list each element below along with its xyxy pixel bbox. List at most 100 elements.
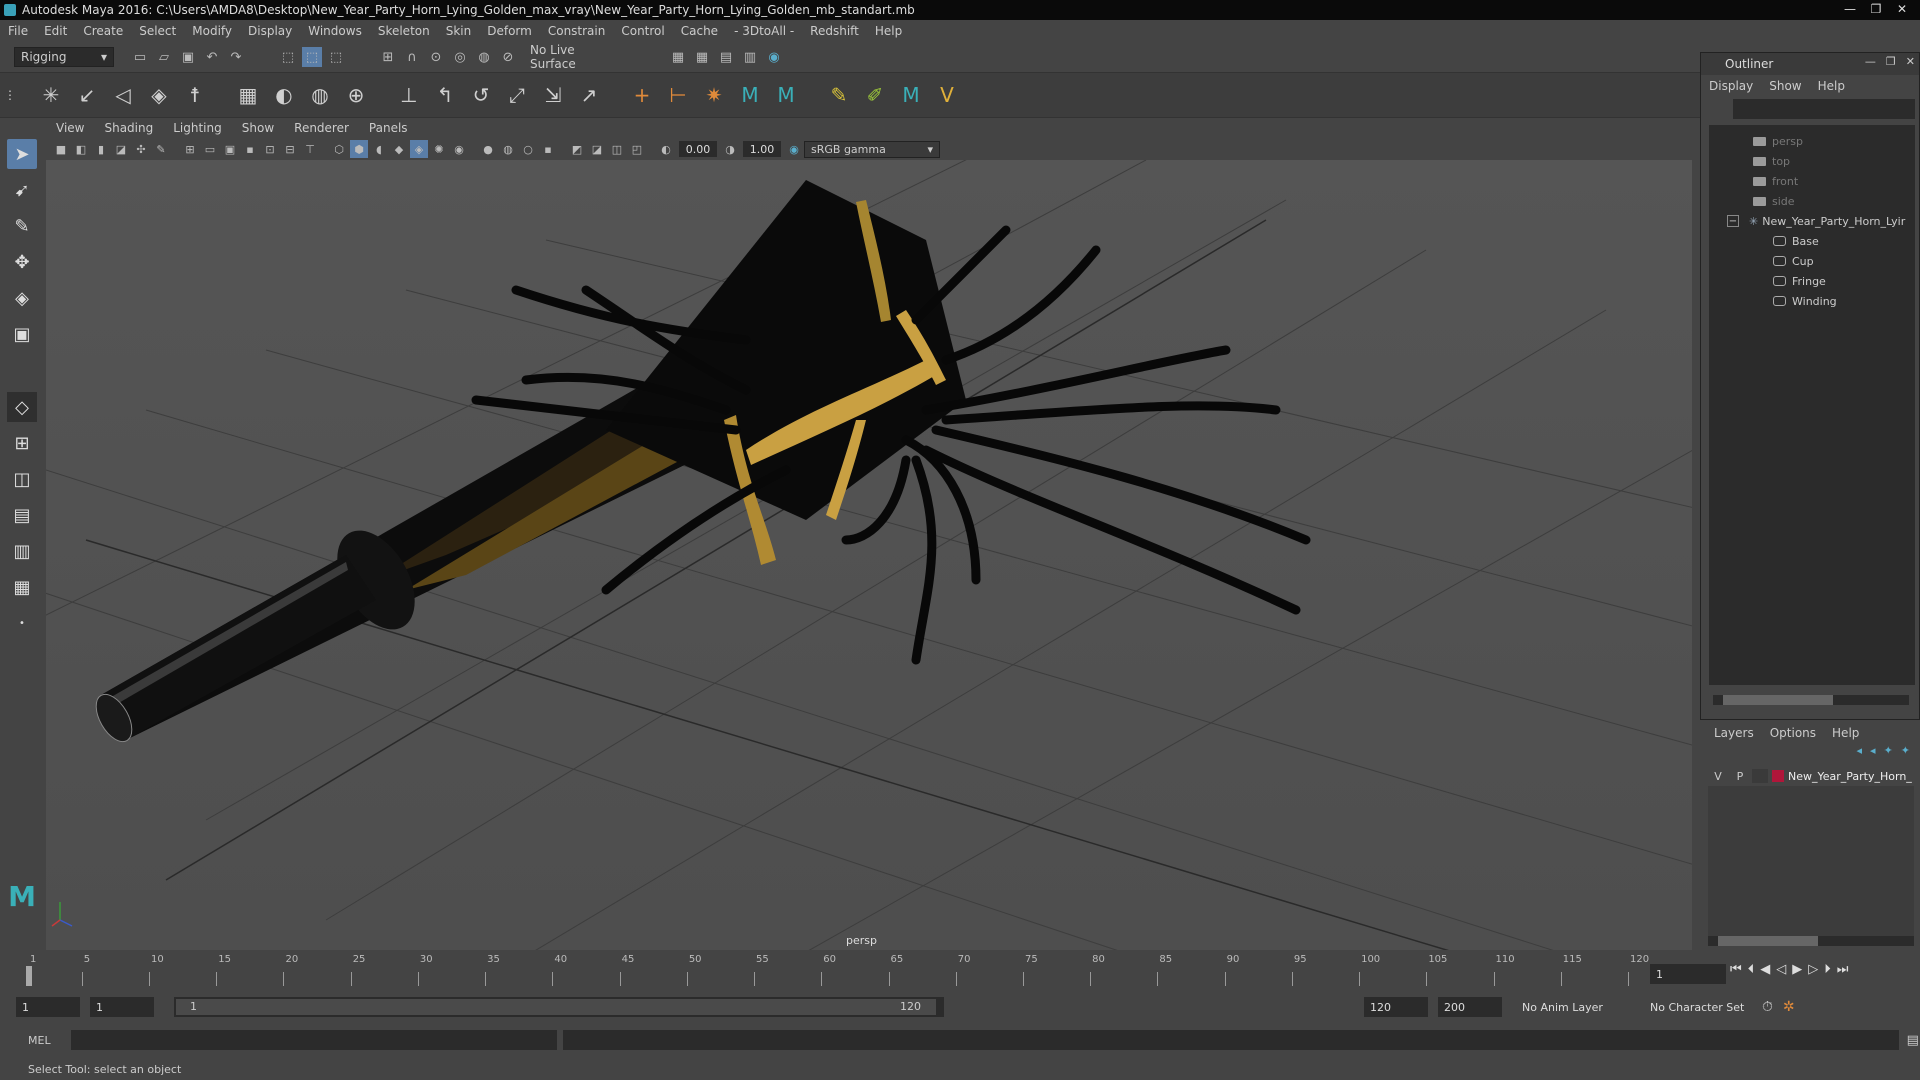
select-object-icon[interactable]: ⬚ bbox=[302, 47, 322, 67]
backface-icon[interactable]: ◰ bbox=[628, 140, 646, 158]
outliner-item-side[interactable]: side bbox=[1709, 191, 1915, 211]
character-set-dropdown[interactable]: No Character Set bbox=[1644, 997, 1754, 1017]
wire-icon[interactable]: ◍ bbox=[305, 80, 335, 110]
depth-of-field-icon[interactable]: ○ bbox=[519, 140, 537, 158]
snap-grid-icon[interactable]: ⊞ bbox=[378, 47, 398, 67]
gate-mask-icon[interactable]: ▪ bbox=[241, 140, 259, 158]
outliner-menu-help[interactable]: Help bbox=[1818, 79, 1845, 93]
ik-spline-icon[interactable]: ◁ bbox=[108, 80, 138, 110]
menu-constrain[interactable]: Constrain bbox=[540, 24, 614, 38]
collapse-icon[interactable]: − bbox=[1727, 215, 1739, 227]
outliner-item-top[interactable]: top bbox=[1709, 151, 1915, 171]
new-scene-icon[interactable]: ▭ bbox=[130, 47, 150, 67]
ipr-render-icon[interactable]: ▦ bbox=[692, 47, 712, 67]
four-view-layout-icon[interactable]: ⊞ bbox=[7, 428, 37, 458]
select-component-icon[interactable]: ⬚ bbox=[326, 47, 346, 67]
locator-icon[interactable]: + bbox=[627, 80, 657, 110]
graph-layout-icon[interactable]: ▥ bbox=[7, 536, 37, 566]
menu-select[interactable]: Select bbox=[131, 24, 184, 38]
anti-aliasing-icon[interactable]: ◍ bbox=[499, 140, 517, 158]
paint-effects-icon[interactable]: ✐ bbox=[860, 80, 890, 110]
cluster-deformer-icon[interactable]: ⊢ bbox=[663, 80, 693, 110]
wireframe-icon[interactable]: ⬡ bbox=[330, 140, 348, 158]
joint-tool-icon[interactable]: ✳ bbox=[36, 80, 66, 110]
render-view-icon[interactable]: ◉ bbox=[764, 47, 784, 67]
outliner-item-fringe[interactable]: Fringe bbox=[1709, 271, 1915, 291]
cluster-icon[interactable]: ◐ bbox=[269, 80, 299, 110]
menu-control[interactable]: Control bbox=[613, 24, 672, 38]
redo-icon[interactable]: ↷ bbox=[226, 47, 246, 67]
film-gate-icon[interactable]: ▭ bbox=[201, 140, 219, 158]
smooth-shade-icon[interactable]: ⬢ bbox=[350, 140, 368, 158]
save-scene-icon[interactable]: ▣ bbox=[178, 47, 198, 67]
time-slider[interactable]: 1 5 10 15 20 25 30 35 40 45 50 55 60 65 70 75 80 85 90 95 10… bbox=[0, 950, 1920, 988]
range-slider-bar-fill[interactable] bbox=[176, 999, 936, 1015]
constraint-pole-icon[interactable]: ↗ bbox=[574, 80, 604, 110]
animation-start-field[interactable]: 1 bbox=[16, 997, 80, 1017]
insert-joint-icon[interactable]: ◈ bbox=[144, 80, 174, 110]
motion-blur-icon[interactable]: ● bbox=[479, 140, 497, 158]
two-d-pan-icon[interactable]: ✣ bbox=[132, 140, 150, 158]
range-slider[interactable]: 1 120 bbox=[174, 997, 944, 1017]
layer-menu-layers[interactable]: Layers bbox=[1714, 726, 1754, 740]
vertex-icon[interactable]: V bbox=[932, 80, 962, 110]
render-frame-icon[interactable]: ▦ bbox=[668, 47, 688, 67]
color-management-icon[interactable]: ◉ bbox=[785, 140, 803, 158]
new-layer-icon[interactable]: ✦ bbox=[1884, 744, 1893, 757]
anim-layer-dropdown[interactable]: No Anim Layer bbox=[1516, 997, 1636, 1017]
playback-end-field[interactable]: 120 bbox=[1364, 997, 1428, 1017]
live-surface-field[interactable]: No Live Surface bbox=[524, 43, 624, 71]
render-settings-icon[interactable]: ▤ bbox=[716, 47, 736, 67]
play-forward-icon[interactable]: ▶ bbox=[1792, 962, 1802, 977]
animation-end-field[interactable]: 200 bbox=[1438, 997, 1502, 1017]
select-tool-icon[interactable]: ➤ bbox=[7, 139, 37, 169]
maximize-button[interactable]: ❐ bbox=[1864, 0, 1888, 18]
exposure-field[interactable]: 0.00 bbox=[679, 141, 717, 157]
layer-visibility-toggle[interactable]: V bbox=[1708, 770, 1728, 783]
paint-select-icon[interactable]: ✎ bbox=[7, 211, 37, 241]
step-forward-key-icon[interactable]: ⏵ bbox=[1824, 962, 1831, 977]
lasso-tool-icon[interactable]: ➹ bbox=[7, 175, 37, 205]
hik-character-icon[interactable]: M bbox=[735, 80, 765, 110]
snap-live-icon[interactable]: ⊘ bbox=[498, 47, 518, 67]
view-transform-dropdown[interactable]: sRGB gamma ▾ bbox=[804, 140, 940, 158]
layer-horizontal-scrollbar[interactable] bbox=[1708, 936, 1914, 946]
two-view-layout-icon[interactable]: ◫ bbox=[7, 464, 37, 494]
use-all-lights-icon[interactable]: ◈ bbox=[410, 140, 428, 158]
menu-create[interactable]: Create bbox=[75, 24, 131, 38]
move-tool-icon[interactable]: ✥ bbox=[7, 247, 37, 277]
ambient-occlusion-icon[interactable]: ◉ bbox=[450, 140, 468, 158]
snap-view-icon[interactable]: ◎ bbox=[450, 47, 470, 67]
menu-deform[interactable]: Deform bbox=[479, 24, 540, 38]
panel-menu-lighting[interactable]: Lighting bbox=[163, 121, 232, 135]
shelf-options-icon[interactable]: ⋮ bbox=[3, 80, 17, 110]
menu-skeleton[interactable]: Skeleton bbox=[370, 24, 438, 38]
outliner-item-cup[interactable]: Cup bbox=[1709, 251, 1915, 271]
outliner-item-group[interactable]: − ✳ New_Year_Party_Horn_Lyir bbox=[1709, 211, 1915, 231]
hypershade-icon[interactable]: ▥ bbox=[740, 47, 760, 67]
resolution-gate-icon[interactable]: ▣ bbox=[221, 140, 239, 158]
step-forward-frame-icon[interactable]: ▷ bbox=[1808, 962, 1818, 977]
scrollbar-thumb[interactable] bbox=[1718, 936, 1818, 946]
lattice-icon[interactable]: ▦ bbox=[233, 80, 263, 110]
hik-control-icon[interactable]: M bbox=[771, 80, 801, 110]
paint-weights-icon[interactable]: ✎ bbox=[824, 80, 854, 110]
command-input[interactable] bbox=[70, 1030, 557, 1050]
layer-move-up-icon[interactable]: ◂ bbox=[1857, 744, 1863, 757]
menu-windows[interactable]: Windows bbox=[300, 24, 370, 38]
select-hierarchy-icon[interactable]: ⬚ bbox=[278, 47, 298, 67]
playback-start-field[interactable]: 1 bbox=[90, 997, 154, 1017]
mash-icon[interactable]: M bbox=[896, 80, 926, 110]
xray-active-icon[interactable]: ◫ bbox=[608, 140, 626, 158]
menu-display[interactable]: Display bbox=[240, 24, 300, 38]
menu-redshift[interactable]: Redshift bbox=[802, 24, 867, 38]
more-layouts-icon[interactable]: • bbox=[7, 608, 37, 638]
menu-set-dropdown[interactable]: Rigging ▾ bbox=[14, 47, 114, 67]
constraint-aim-icon[interactable]: ↰ bbox=[430, 80, 460, 110]
hypergraph-layout-icon[interactable]: ▦ bbox=[7, 572, 37, 602]
grease-pencil-icon[interactable]: ✎ bbox=[152, 140, 170, 158]
panel-menu-view[interactable]: View bbox=[46, 121, 94, 135]
minimize-button[interactable]: — bbox=[1838, 0, 1862, 18]
menu-skin[interactable]: Skin bbox=[438, 24, 480, 38]
layer-color-swatch[interactable] bbox=[1772, 770, 1784, 782]
